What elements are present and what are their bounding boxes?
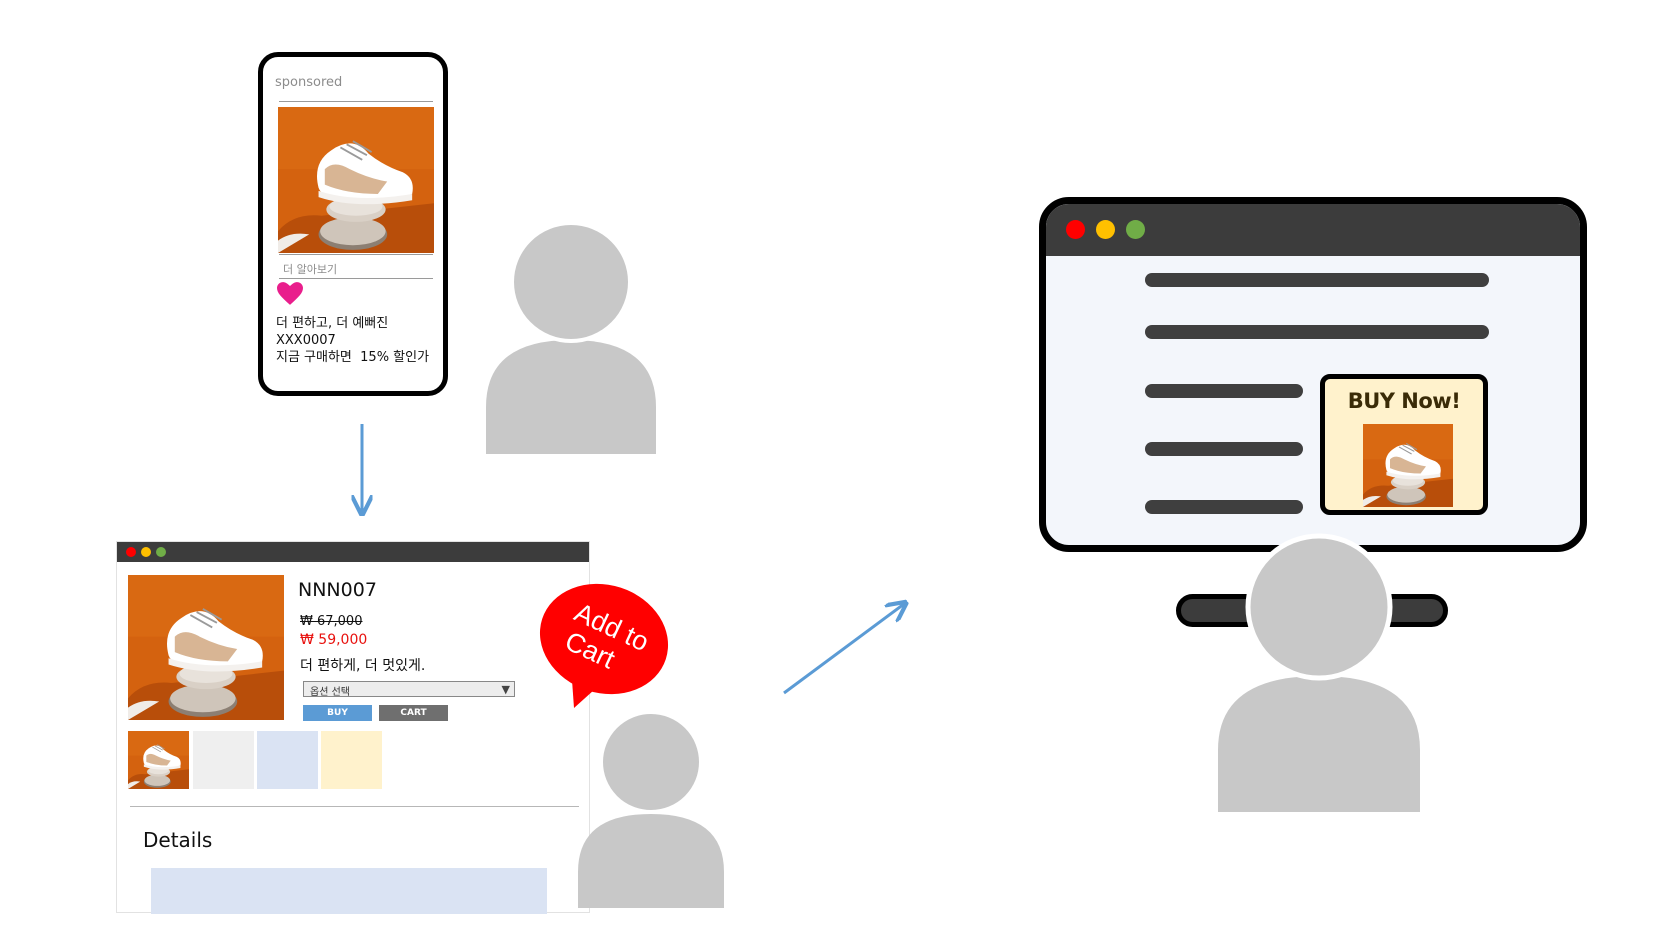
banner-ad-label: BUY Now! — [1347, 389, 1461, 413]
maximize-dot-icon[interactable] — [1126, 220, 1145, 239]
minimize-dot-icon[interactable] — [141, 547, 151, 557]
text-line-placeholder — [1145, 325, 1489, 339]
option-select[interactable]: 옵션 선택 ▼ — [303, 681, 515, 698]
dropdown-triangle-icon: ▼ — [501, 683, 510, 696]
person-icon — [486, 221, 656, 454]
product-description: 더 편하게, 더 멋있게. — [300, 658, 426, 674]
original-price: ₩ 67,000 — [300, 614, 363, 629]
window-titlebar — [117, 542, 589, 562]
details-content — [151, 868, 547, 914]
buy-button[interactable]: BUY — [303, 705, 372, 721]
window-titlebar — [1046, 204, 1580, 256]
cart-button[interactable]: CART — [379, 705, 448, 721]
thumbnail[interactable] — [193, 731, 254, 789]
text-line-placeholder — [1145, 500, 1303, 514]
text-line-placeholder — [1145, 273, 1489, 287]
sale-price: ₩ 59,000 — [300, 632, 368, 648]
maximize-dot-icon[interactable] — [156, 547, 166, 557]
thumbnail[interactable] — [128, 731, 189, 789]
person-icon — [1218, 533, 1420, 812]
product-image — [128, 575, 284, 720]
banner-ad[interactable]: BUY Now! — [1320, 374, 1488, 515]
details-heading: Details — [143, 828, 213, 852]
thumbnail[interactable] — [257, 731, 318, 789]
person-icon — [578, 710, 724, 908]
minimize-dot-icon[interactable] — [1096, 220, 1115, 239]
arrow-diagonal — [783, 604, 904, 695]
text-line-placeholder — [1145, 442, 1303, 456]
option-select-label: 옵션 선택 — [310, 687, 350, 698]
thumbnail[interactable] — [321, 731, 382, 789]
close-dot-icon[interactable] — [126, 547, 136, 557]
desktop-monitor — [1039, 197, 1587, 552]
divider — [130, 806, 579, 807]
close-dot-icon[interactable] — [1066, 220, 1085, 239]
text-line-placeholder — [1145, 384, 1303, 398]
product-page-window: NNN007 ₩ 67,000 ₩ 59,000 더 편하게, 더 멋있게. 옵… — [116, 541, 590, 914]
shoe-ad-image — [1363, 424, 1453, 507]
add-to-cart-bubble: Add to Cart — [539, 583, 669, 708]
product-name: NNN007 — [298, 579, 377, 601]
